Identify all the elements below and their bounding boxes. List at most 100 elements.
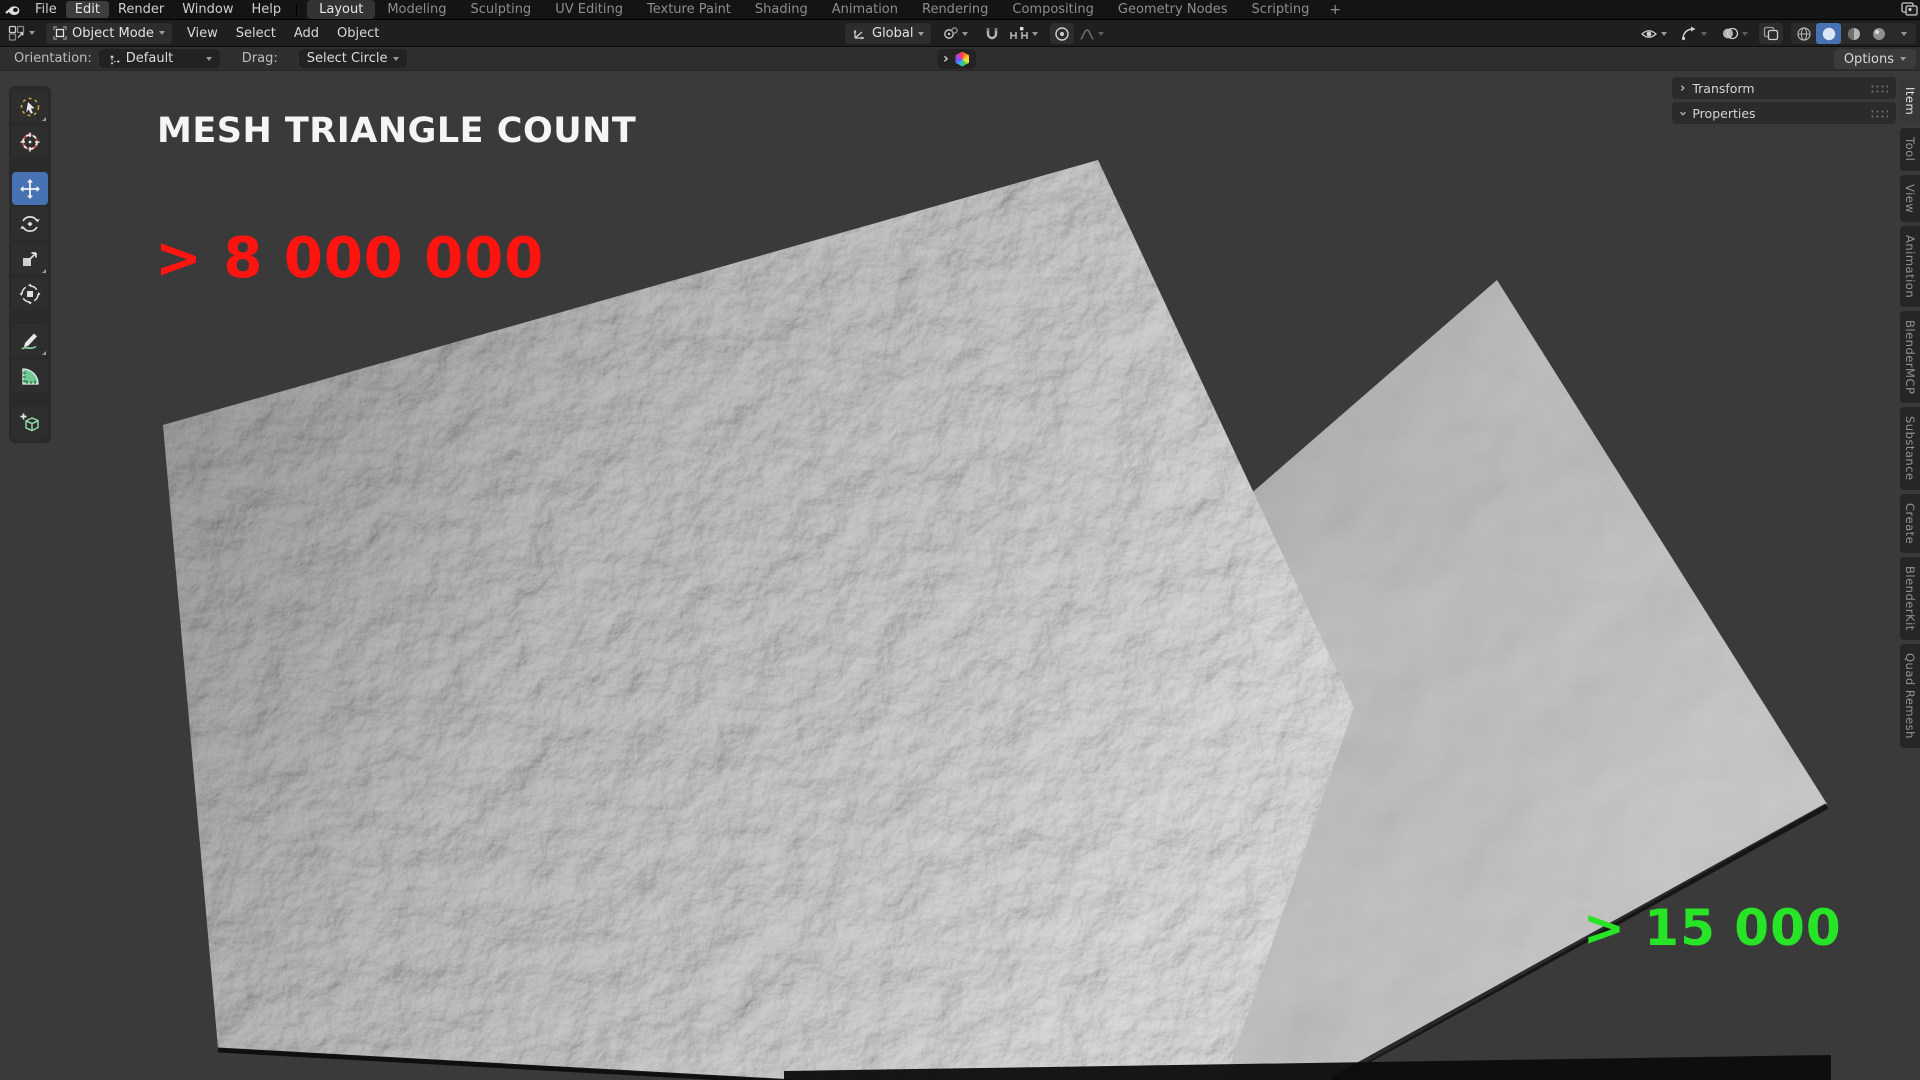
rotate-icon xyxy=(19,213,41,235)
snap-with-icon xyxy=(1009,26,1029,41)
falloff-curve-icon xyxy=(1079,27,1095,41)
snap-toggle[interactable] xyxy=(980,23,1004,44)
menu-view[interactable]: View xyxy=(178,24,227,43)
panel-grip-handle[interactable] xyxy=(1870,109,1888,118)
properties-panel-header[interactable]: › Properties xyxy=(1672,102,1896,124)
workspace-tab-uv-editing[interactable]: UV Editing xyxy=(543,0,635,19)
workspace-tab-modeling[interactable]: Modeling xyxy=(375,0,458,19)
workspace-tab-geometry-nodes[interactable]: Geometry Nodes xyxy=(1106,0,1240,19)
scene-status-icons[interactable] xyxy=(1898,1,1920,17)
workspace-tab-layout[interactable]: Layout xyxy=(307,0,375,19)
transform-panel-label: Transform xyxy=(1692,81,1754,96)
tool-3d-cursor[interactable] xyxy=(12,125,48,158)
expand-chevron[interactable]: › xyxy=(943,52,949,66)
menu-add[interactable]: Add xyxy=(285,24,328,43)
pivot-point-icon xyxy=(943,26,959,41)
menu-help[interactable]: Help xyxy=(243,1,291,18)
panel-grip-handle[interactable] xyxy=(1870,84,1888,93)
properties-panel-label: Properties xyxy=(1692,106,1755,121)
proportional-editing-toggle[interactable] xyxy=(1050,23,1074,44)
solid-shading-icon xyxy=(1821,26,1837,42)
tool-scale[interactable] xyxy=(12,242,48,275)
addon-hexagon-icon[interactable] xyxy=(955,52,970,67)
tool-add-cube[interactable] xyxy=(12,406,48,439)
drag-dropdown[interactable]: Select Circle xyxy=(299,49,408,68)
shading-wireframe-button[interactable] xyxy=(1791,23,1816,44)
proportional-falloff-selector[interactable] xyxy=(1076,23,1107,44)
high-poly-terrain-mesh[interactable] xyxy=(163,160,1354,1080)
shading-material-button[interactable] xyxy=(1841,23,1866,44)
object-type-visibility[interactable] xyxy=(1637,23,1670,44)
3d-viewport[interactable]: MESH TRIANGLE COUNT > 8 000 000 > 15 000 xyxy=(0,71,1920,1080)
editor-type-icon xyxy=(8,25,26,41)
n-panel: › Transform › Properties xyxy=(1672,77,1896,124)
orientation-default-icon xyxy=(107,52,120,65)
orientation-value: Default xyxy=(126,51,200,66)
sidebar-tab-quad-remesh[interactable]: Quad Remesh xyxy=(1900,644,1920,748)
snap-magnet-icon xyxy=(985,26,999,41)
sidebar-tab-item[interactable]: Item xyxy=(1900,78,1920,124)
sidebar-tab-create[interactable]: Create xyxy=(1900,494,1920,553)
low-poly-count-label: > 15 000 xyxy=(1583,899,1842,957)
rendered-shading-icon xyxy=(1871,26,1887,42)
gizmos-toggle[interactable] xyxy=(1678,23,1710,44)
add-workspace-button[interactable]: + xyxy=(1321,2,1349,18)
menu-select[interactable]: Select xyxy=(227,24,285,43)
workspace-tab-sculpting[interactable]: Sculpting xyxy=(458,0,543,19)
menu-file[interactable]: File xyxy=(26,1,66,18)
proportional-editing-icon xyxy=(1054,26,1070,42)
menu-edit[interactable]: Edit xyxy=(66,1,109,18)
drag-field-label: Drag: xyxy=(242,51,278,66)
transform-panel-header[interactable]: › Transform xyxy=(1672,77,1896,99)
options-button[interactable]: Options xyxy=(1834,49,1916,69)
select-box-icon xyxy=(19,96,41,118)
editor-type-button[interactable] xyxy=(5,23,38,44)
menu-window[interactable]: Window xyxy=(173,1,242,18)
sidebar-tab-animation[interactable]: Animation xyxy=(1900,226,1920,307)
drag-value: Select Circle xyxy=(307,51,388,66)
menu-object[interactable]: Object xyxy=(328,24,388,43)
x-ray-icon xyxy=(1763,26,1779,41)
workspace-tab-rendering[interactable]: Rendering xyxy=(910,0,1000,19)
high-poly-count-label: > 8 000 000 xyxy=(155,226,544,291)
blender-logo-icon[interactable] xyxy=(0,3,26,17)
mode-selector[interactable]: Object Mode xyxy=(46,23,172,44)
workspace-tab-shading[interactable]: Shading xyxy=(743,0,820,19)
shading-options-dropdown[interactable] xyxy=(1891,23,1916,44)
tool-transform[interactable] xyxy=(12,277,48,310)
expand-chevron-icon: › xyxy=(1675,110,1690,115)
tool-measure[interactable] xyxy=(12,359,48,392)
overlays-icon xyxy=(1721,26,1739,41)
tool-annotate[interactable] xyxy=(12,324,48,357)
move-icon xyxy=(19,178,41,200)
tool-rotate[interactable] xyxy=(12,207,48,240)
transform-orientation-selector[interactable]: Global xyxy=(845,23,931,44)
mode-label: Object Mode xyxy=(72,26,154,41)
tool-move[interactable] xyxy=(12,172,48,205)
x-ray-toggle[interactable] xyxy=(1759,23,1783,44)
shading-solid-button[interactable] xyxy=(1816,23,1841,44)
wireframe-icon xyxy=(1796,26,1812,42)
sidebar-tab-tool[interactable]: Tool xyxy=(1900,128,1920,170)
options-label: Options xyxy=(1844,52,1894,67)
shading-rendered-button[interactable] xyxy=(1866,23,1891,44)
viewport-header: Object Mode View Select Add Object Globa… xyxy=(0,20,1920,47)
workspace-tab-compositing[interactable]: Compositing xyxy=(1000,0,1106,19)
sidebar-tab-blendermcp[interactable]: BlenderMCP xyxy=(1900,311,1920,403)
sidebar-tab-blenderkit[interactable]: BlenderKit xyxy=(1900,557,1920,640)
overlays-toggle[interactable] xyxy=(1718,23,1751,44)
tool-select-box[interactable] xyxy=(12,90,48,123)
workspace-tab-animation[interactable]: Animation xyxy=(820,0,910,19)
menu-render[interactable]: Render xyxy=(109,1,173,18)
topbar: File Edit Render Window Help Layout Mode… xyxy=(0,0,1920,20)
orientation-dropdown[interactable]: Default xyxy=(99,49,220,68)
workspace-tab-texture-paint[interactable]: Texture Paint xyxy=(635,0,743,19)
sidebar-tab-substance[interactable]: Substance xyxy=(1900,407,1920,490)
snap-with-selector[interactable] xyxy=(1006,23,1041,44)
workspace-tabs: Layout Modeling Sculpting UV Editing Tex… xyxy=(307,0,1349,19)
workspace-tab-scripting[interactable]: Scripting xyxy=(1240,0,1322,19)
pivot-point-selector[interactable] xyxy=(940,23,971,44)
sidebar-tab-view[interactable]: View xyxy=(1900,175,1920,222)
topbar-divider xyxy=(296,4,297,16)
scale-icon xyxy=(19,248,41,270)
